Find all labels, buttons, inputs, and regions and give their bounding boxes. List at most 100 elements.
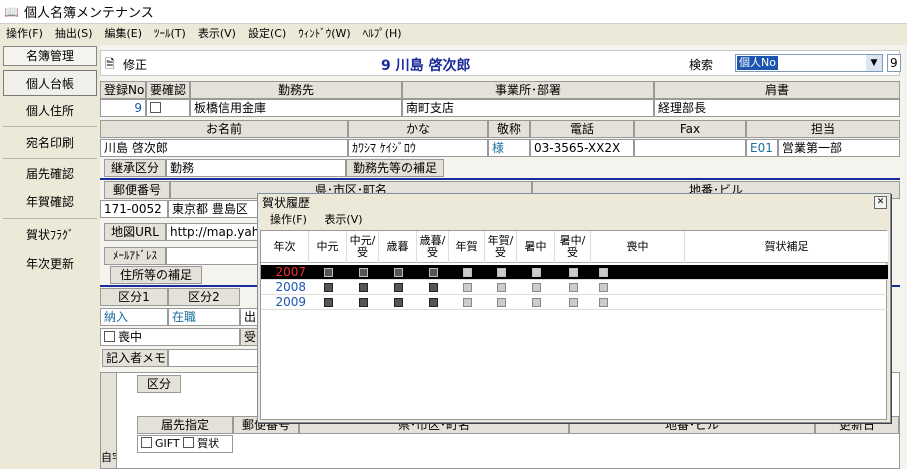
address-supplement-label: 住所等の補足 <box>110 266 202 284</box>
header-name: お名前 <box>100 120 348 138</box>
zip-field[interactable]: 171-0052 <box>100 200 168 218</box>
sidebar-item-annual-update[interactable]: 年次更新 <box>3 251 97 277</box>
sidebar-item-personal-address[interactable]: 個人住所 <box>3 98 97 124</box>
history-flag-checkbox[interactable] <box>428 298 438 307</box>
history-flag-checkbox[interactable] <box>496 268 506 277</box>
kana-field[interactable]: ｶﾜｼﾏ ｹｲｼﾞﾛｳ <box>348 139 488 157</box>
history-flag-checkbox[interactable] <box>462 283 472 292</box>
fax-field[interactable] <box>634 139 746 157</box>
history-flag-checkbox[interactable] <box>393 268 403 277</box>
history-flag-checkbox[interactable] <box>428 268 438 277</box>
mail-field[interactable] <box>166 247 266 265</box>
history-flag-checkbox[interactable] <box>598 268 608 277</box>
history-flag-cell <box>449 280 485 294</box>
history-flag-checkbox[interactable] <box>496 283 506 292</box>
memo-field[interactable] <box>168 349 258 367</box>
col-nenga-note: 賀状補足 <box>764 240 809 253</box>
history-flag-checkbox[interactable] <box>568 283 578 292</box>
chevron-down-icon[interactable]: ▼ <box>866 55 882 71</box>
staff-name-field[interactable]: 営業第一部 <box>778 139 900 157</box>
needs-check-checkbox[interactable] <box>150 102 161 113</box>
history-flag-cell <box>417 280 449 294</box>
history-flag-checkbox[interactable] <box>531 298 541 307</box>
close-icon[interactable]: ✕ <box>874 196 887 209</box>
sidebar-item-delivery-check[interactable]: 届先確認 <box>3 161 97 187</box>
history-flag-checkbox[interactable] <box>323 298 333 307</box>
col-nenga: 年賀 <box>449 231 485 263</box>
honorific-field[interactable]: 様 <box>488 139 530 157</box>
history-flag-checkbox[interactable] <box>358 283 368 292</box>
history-flag-checkbox[interactable] <box>358 298 368 307</box>
history-flag-checkbox[interactable] <box>462 268 472 277</box>
menu-tools[interactable]: ﾂｰﾙ(T) <box>148 25 192 41</box>
menu-settings[interactable]: 設定(C) <box>242 25 292 41</box>
kubun1-field[interactable]: 納入 <box>100 308 168 326</box>
history-flag-checkbox[interactable] <box>393 283 403 292</box>
col-chugen-received: 中元/受 <box>347 231 379 263</box>
map-url-label: 地図URL <box>104 223 166 241</box>
menu-window[interactable]: ｳｨﾝﾄﾞｳ(W) <box>292 25 356 41</box>
history-row[interactable]: 2008 <box>261 280 888 295</box>
search-input[interactable]: 9 <box>887 54 901 72</box>
history-flag-checkbox[interactable] <box>393 298 403 307</box>
staff-code-field[interactable]: E01 <box>746 139 778 157</box>
menu-edit[interactable]: 編集(E) <box>99 25 149 41</box>
history-flag-checkbox[interactable] <box>568 268 578 277</box>
col-nenga-received: 年賀/受 <box>485 231 517 263</box>
sidebar-item-label-print[interactable]: 宛名印刷 <box>3 130 97 156</box>
history-year: 2008 <box>275 280 306 294</box>
home-label: 自宅 <box>101 373 117 468</box>
company-supplement-label: 勤務先等の補足 <box>346 159 444 177</box>
history-flag-checkbox[interactable] <box>598 283 608 292</box>
history-flag-checkbox[interactable] <box>531 283 541 292</box>
menu-help[interactable]: ﾍﾙﾌﾟ(H) <box>357 25 408 41</box>
kubun2-field[interactable]: 在職 <box>168 308 240 326</box>
header-staff: 担当 <box>746 120 900 138</box>
col-chugen: 中元 <box>309 231 347 263</box>
reg-no-value[interactable]: 9 <box>100 99 146 117</box>
history-flag-cell <box>591 280 615 294</box>
search-field-select[interactable]: 個人No ▼ <box>735 54 883 72</box>
history-flag-checkbox[interactable] <box>462 298 472 307</box>
sidebar-item-nenga-check[interactable]: 年賀確認 <box>3 189 97 215</box>
position-field[interactable]: 経理部長 <box>654 99 900 117</box>
history-flag-checkbox[interactable] <box>568 298 578 307</box>
gift-checkbox[interactable] <box>141 437 152 448</box>
company-field[interactable]: 板橋信用金庫 <box>190 99 402 117</box>
header-fax: Fax <box>634 120 746 138</box>
menu-operate[interactable]: 操作(F) <box>0 25 49 41</box>
nenga-history-dialog: 賀状履歴 ✕ 操作(F) 表示(V) 年次 中元 中元/受 歳暮 歳暮/受 年賀… <box>257 193 891 423</box>
nenga-checkbox[interactable] <box>183 437 195 448</box>
sidebar-item-card-flag[interactable]: 賀状ﾌﾗｸﾞ <box>3 222 97 248</box>
menu-extract[interactable]: 抽出(S) <box>49 25 99 41</box>
history-flag-checkbox[interactable] <box>598 298 608 307</box>
history-row[interactable]: 2007 <box>261 265 888 280</box>
mode-label: 修正 <box>123 58 148 72</box>
history-year: 2009 <box>275 295 306 309</box>
history-flag-cell <box>517 295 555 309</box>
col-mourning: 喪中 <box>591 231 685 263</box>
history-flag-checkbox[interactable] <box>323 268 333 277</box>
inherit-field[interactable]: 勤務 <box>166 159 346 177</box>
dialog-menu-view[interactable]: 表示(V) <box>324 213 362 226</box>
dialog-menu-operate[interactable]: 操作(F) <box>270 213 307 226</box>
office-field[interactable]: 南町支店 <box>402 99 654 117</box>
col-shochu: 暑中 <box>517 231 555 263</box>
mourning-checkbox[interactable] <box>104 331 115 342</box>
sidebar-item-personal-ledger[interactable]: 個人台帳 <box>3 70 97 96</box>
mourning-cell: 喪中 <box>100 328 240 346</box>
history-flag-checkbox[interactable] <box>496 298 506 307</box>
history-flag-checkbox[interactable] <box>531 268 541 277</box>
phone-field[interactable]: 03-3565-XX2X <box>530 139 634 157</box>
history-flag-cell <box>449 265 485 279</box>
history-flag-cell <box>591 265 615 279</box>
mourning-label: 喪中 <box>118 330 143 344</box>
history-row[interactable]: 2009 <box>261 295 888 310</box>
map-url-field[interactable]: http://map.yah <box>166 223 266 241</box>
history-flag-checkbox[interactable] <box>323 283 333 292</box>
history-flag-checkbox[interactable] <box>428 283 438 292</box>
name-field[interactable]: 川島 啓次郎 <box>100 139 348 157</box>
history-flag-cell <box>449 295 485 309</box>
history-flag-checkbox[interactable] <box>358 268 368 277</box>
menu-view[interactable]: 表示(V) <box>192 25 242 41</box>
